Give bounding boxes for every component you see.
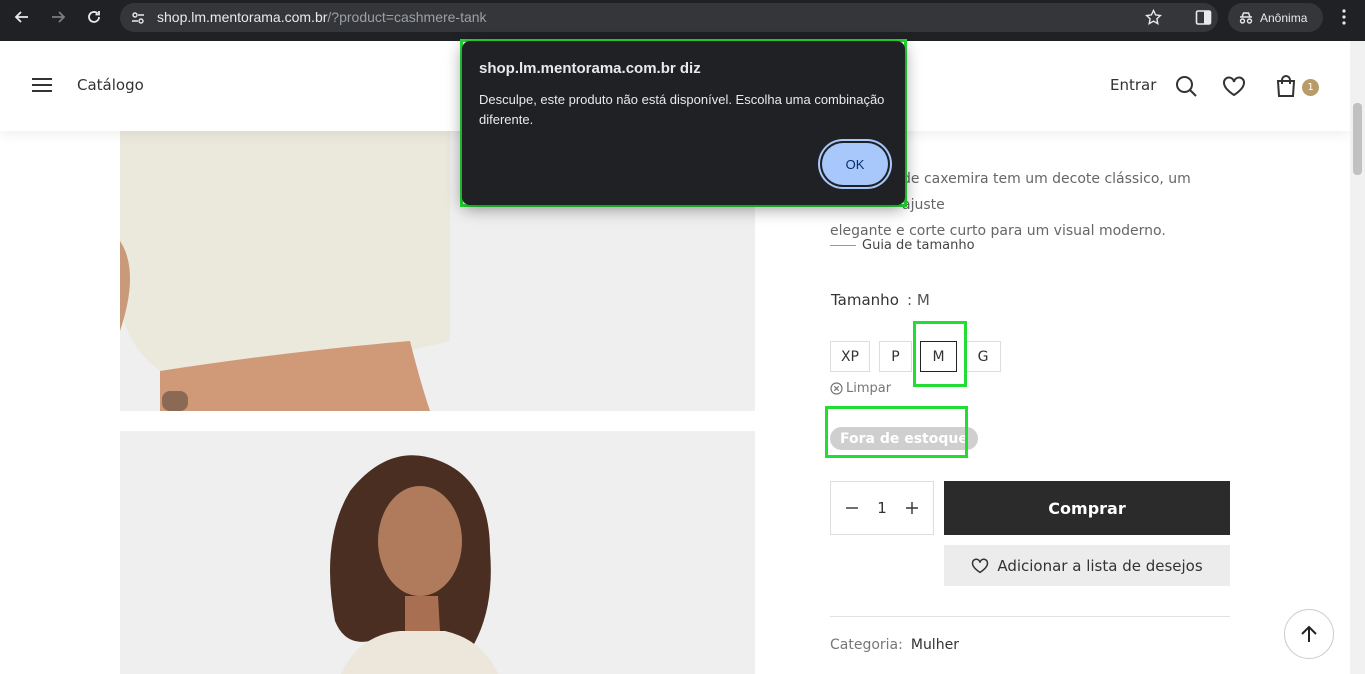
- product-image-2: [120, 431, 755, 674]
- size-option-xp[interactable]: XP: [830, 341, 870, 372]
- cart-count-badge: 1: [1302, 79, 1319, 96]
- add-to-wishlist-button[interactable]: Adicionar a lista de desejos: [944, 545, 1230, 586]
- category-link[interactable]: Mulher: [911, 637, 959, 653]
- browser-toolbar: shop.lm.mentorama.com.br/?product=cashme…: [0, 0, 1365, 41]
- dialog-ok-button[interactable]: OK: [822, 143, 888, 185]
- size-option-g[interactable]: G: [965, 341, 1001, 372]
- page-scrollbar[interactable]: [1350, 41, 1365, 674]
- buy-button[interactable]: Comprar: [944, 481, 1230, 535]
- stock-status-badge: Fora de estoque: [830, 427, 978, 450]
- incognito-profile[interactable]: Anônima: [1228, 3, 1323, 32]
- quantity-stepper: 1: [830, 481, 934, 535]
- size-option-p[interactable]: P: [879, 341, 912, 372]
- clear-x-icon: [830, 382, 843, 395]
- arrow-up-icon: [1299, 624, 1319, 644]
- forward-icon[interactable]: [46, 5, 70, 29]
- scroll-to-top-button[interactable]: [1284, 609, 1334, 659]
- address-bar[interactable]: shop.lm.mentorama.com.br/?product=cashme…: [120, 3, 1218, 32]
- clear-label: Limpar: [846, 381, 892, 396]
- size-guide-label: Guia de tamanho: [862, 238, 975, 253]
- scrollbar-thumb[interactable]: [1353, 103, 1362, 175]
- heart-icon: [971, 558, 989, 574]
- back-icon[interactable]: [10, 5, 34, 29]
- incognito-icon: [1238, 10, 1254, 26]
- wishlist-label: Adicionar a lista de desejos: [997, 556, 1203, 575]
- dialog-title: shop.lm.mentorama.com.br diz: [479, 60, 701, 77]
- url-text: shop.lm.mentorama.com.br/?product=cashme…: [157, 9, 487, 25]
- decrease-quantity-icon[interactable]: [845, 501, 859, 515]
- size-option-m[interactable]: M: [920, 341, 957, 372]
- size-label: Tamanho: [831, 291, 899, 309]
- size-selected-value: : M: [907, 291, 930, 309]
- wishlist-heart-icon[interactable]: [1222, 76, 1246, 101]
- search-icon[interactable]: [1175, 75, 1197, 101]
- profile-label: Anônima: [1260, 10, 1308, 25]
- section-divider: [830, 616, 1230, 617]
- catalog-link[interactable]: Catálogo: [77, 76, 144, 94]
- bookmark-star-icon[interactable]: [1145, 8, 1162, 30]
- size-guide-link[interactable]: Guia de tamanho: [830, 238, 975, 253]
- quantity-value[interactable]: 1: [877, 499, 887, 517]
- hamburger-menu-icon[interactable]: [32, 77, 52, 97]
- clear-selection-link[interactable]: Limpar: [830, 381, 891, 396]
- increase-quantity-icon[interactable]: [905, 501, 919, 515]
- category-label: Categoria:: [830, 637, 903, 653]
- login-link[interactable]: Entrar: [1110, 76, 1156, 94]
- reload-icon[interactable]: [82, 5, 106, 29]
- guide-divider-line: [830, 245, 856, 246]
- url-host: shop.lm.mentorama.com.br: [157, 9, 328, 25]
- site-info-icon[interactable]: [130, 10, 146, 30]
- url-path: /?product=cashmere-tank: [327, 9, 487, 25]
- category-row: Categoria: Mulher: [830, 637, 959, 653]
- dialog-message: Desculpe, este produto não está disponív…: [479, 92, 885, 127]
- cart-icon[interactable]: [1274, 74, 1298, 102]
- side-panel-icon[interactable]: [1195, 9, 1212, 30]
- alert-dialog: shop.lm.mentorama.com.br diz Desculpe, e…: [462, 41, 905, 205]
- more-menu-icon[interactable]: [1336, 8, 1352, 30]
